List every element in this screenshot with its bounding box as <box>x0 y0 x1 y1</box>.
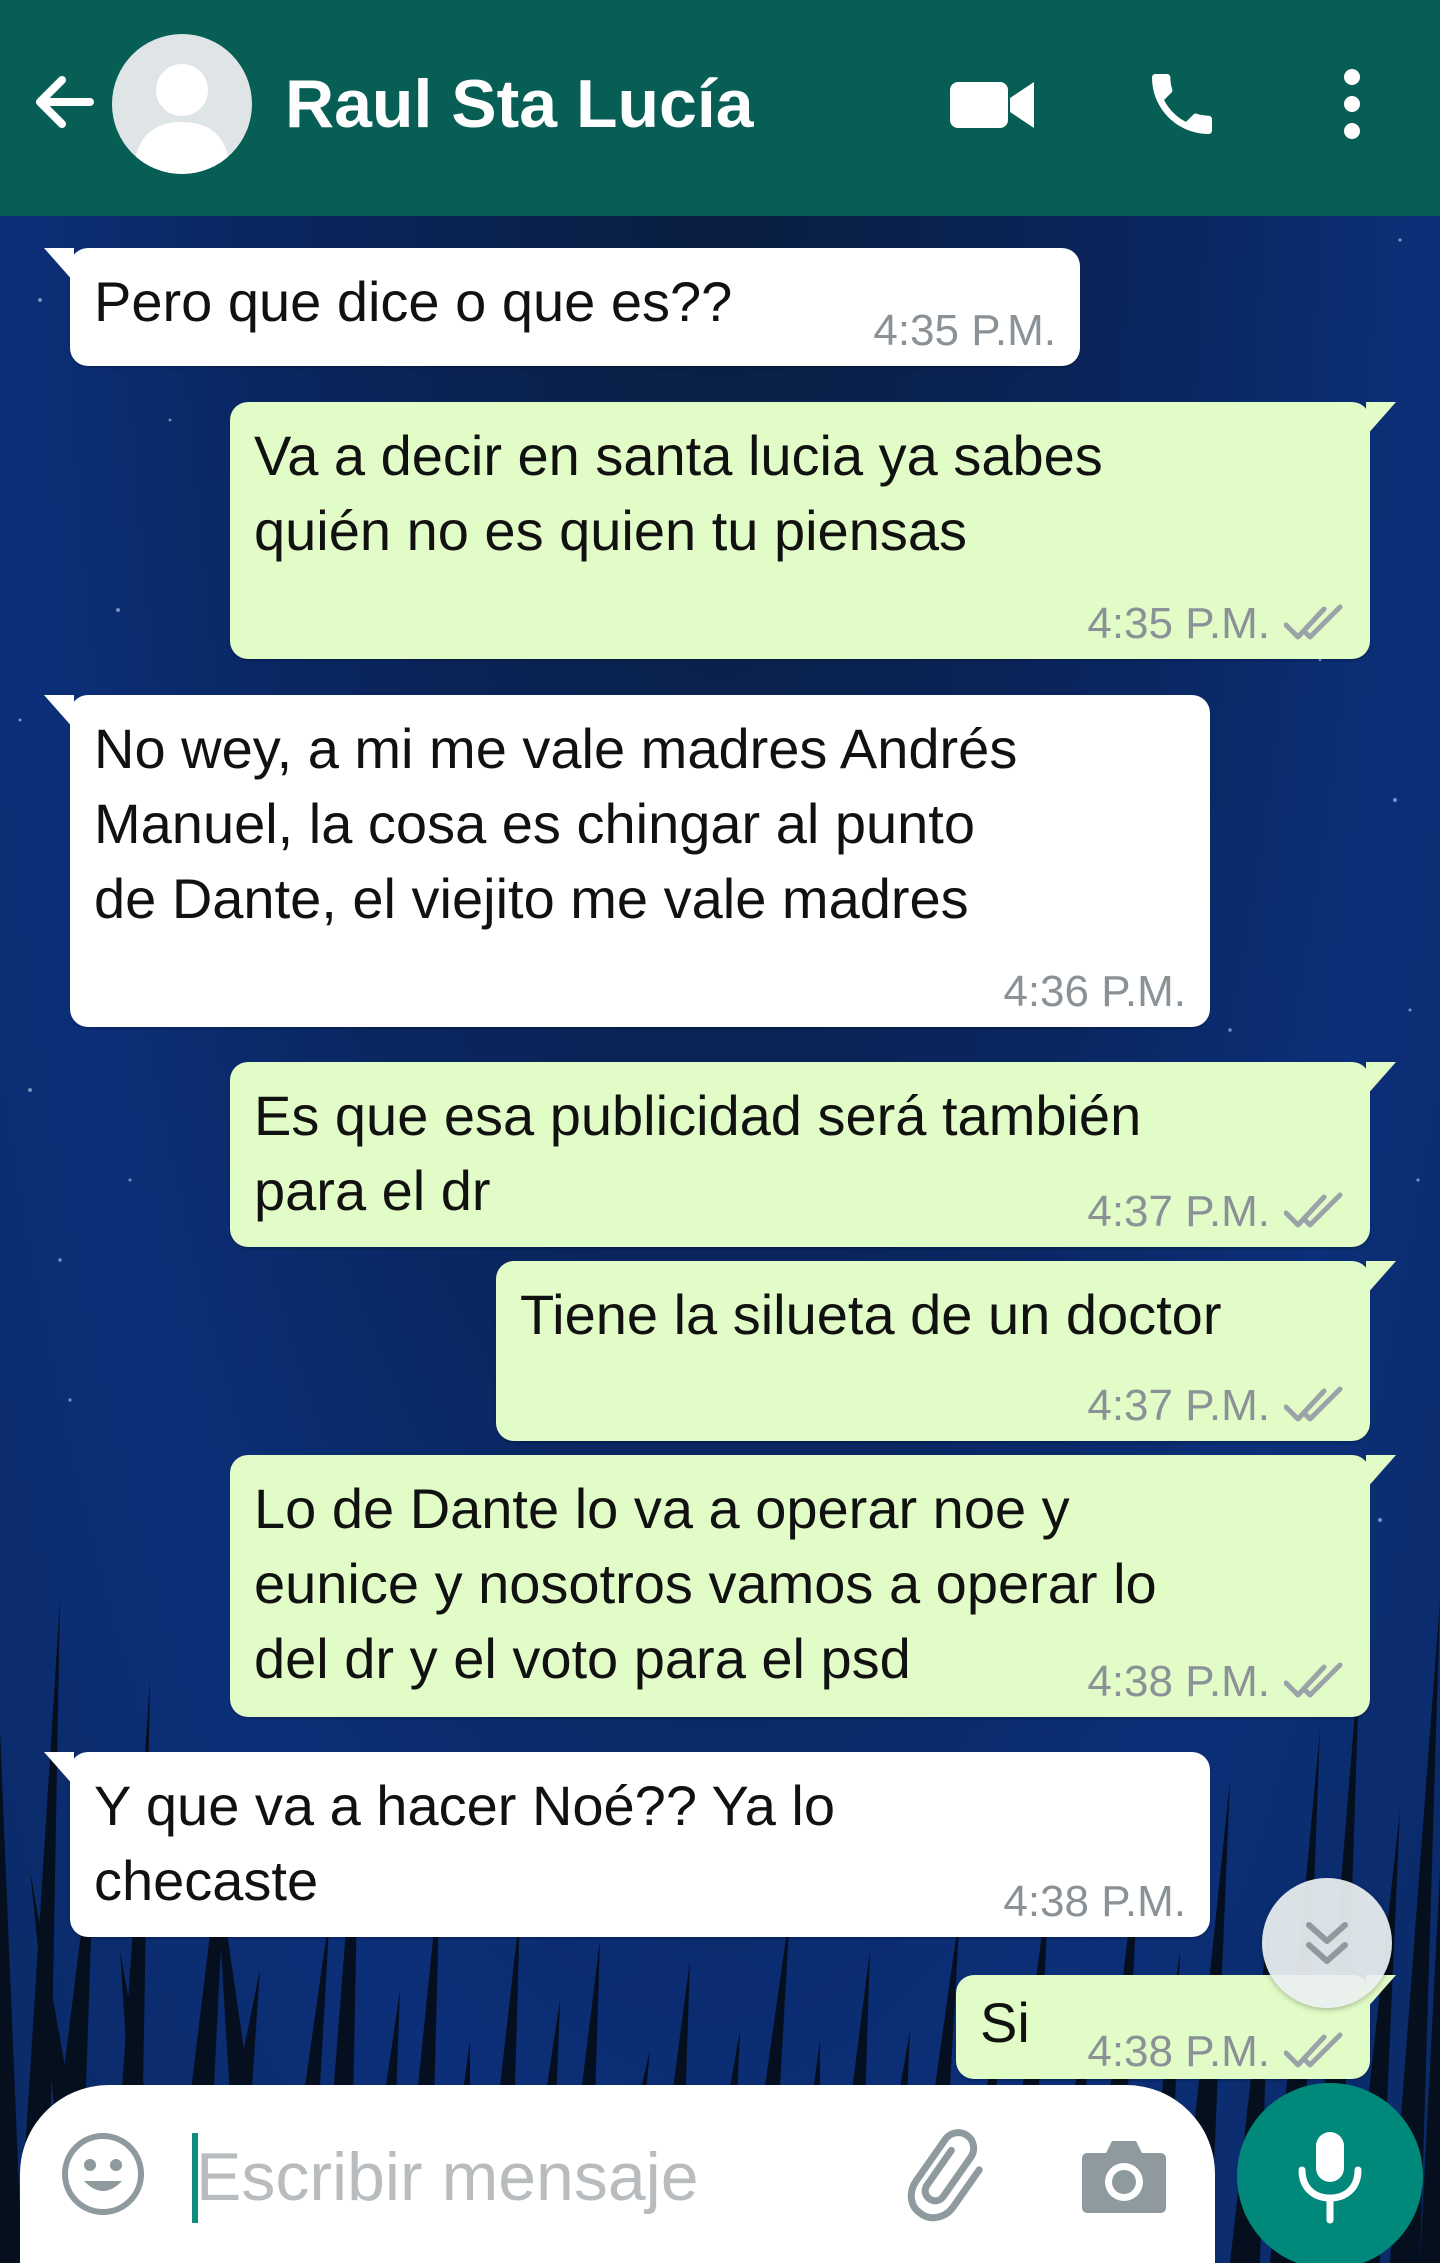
message-text: No wey, a mi me vale madres Andrés Manue… <box>94 717 1018 930</box>
double-check-icon <box>1284 1386 1343 1422</box>
message-outgoing[interactable]: Es que esa publicidad será también para … <box>230 1062 1396 1247</box>
phone-icon[interactable] <box>1142 64 1222 144</box>
attach-icon[interactable] <box>900 2127 1000 2227</box>
message-outgoing[interactable]: Va a decir en santa lucia ya sabes quién… <box>230 402 1396 659</box>
message-meta: 4:38 P.M. <box>1087 1657 1346 1706</box>
default-avatar-icon <box>134 64 230 174</box>
message-time: 4:38 P.M. <box>1003 1876 1186 1926</box>
avatar[interactable] <box>112 34 252 174</box>
message-time: 4:35 P.M. <box>1087 598 1270 648</box>
message-time: 4:38 P.M. <box>1087 1656 1270 1706</box>
emoji-icon[interactable] <box>60 2131 146 2217</box>
mic-icon <box>1298 2132 1362 2224</box>
message-meta: 4:35 P.M. <box>873 306 1056 355</box>
double-check-icon <box>1284 2032 1343 2068</box>
scroll-to-bottom-button[interactable] <box>1262 1878 1392 2008</box>
message-incoming[interactable]: Pero que dice o que es?? 4:35 P.M. <box>44 248 1080 366</box>
message-composer: Escribir mensaje <box>20 2085 1215 2263</box>
message-text: Va a decir en santa lucia ya sabes quién… <box>254 424 1103 562</box>
double-chevron-down-icon <box>1306 1922 1348 1964</box>
message-time: 4:38 P.M. <box>1087 2026 1270 2076</box>
message-incoming[interactable]: Y que va a hacer Noé?? Ya lo checaste 4:… <box>44 1752 1210 1937</box>
message-meta: 4:37 P.M. <box>1087 1187 1346 1236</box>
back-arrow-icon[interactable] <box>28 66 100 138</box>
message-meta: 4:35 P.M. <box>1087 599 1346 648</box>
message-meta: 4:38 P.M. <box>1003 1877 1186 1926</box>
message-input[interactable]: Escribir mensaje <box>196 2137 699 2217</box>
message-outgoing[interactable]: Lo de Dante lo va a operar noe y eunice … <box>230 1455 1396 1717</box>
message-meta: 4:38 P.M. <box>1087 2027 1346 2076</box>
message-text: Tiene la silueta de un doctor <box>520 1283 1222 1346</box>
message-meta: 4:37 P.M. <box>1087 1381 1346 1430</box>
double-check-icon <box>1284 1662 1343 1698</box>
chat-header: Raul Sta Lucía <box>0 0 1440 216</box>
message-time: 4:37 P.M. <box>1087 1380 1270 1430</box>
camera-icon[interactable] <box>1080 2133 1168 2217</box>
message-time: 4:37 P.M. <box>1087 1186 1270 1236</box>
message-outgoing[interactable]: Tiene la silueta de un doctor 4:37 P.M. <box>496 1261 1396 1441</box>
more-options-icon[interactable] <box>1332 64 1372 144</box>
message-meta: 4:36 P.M. <box>1003 967 1186 1016</box>
contact-name[interactable]: Raul Sta Lucía <box>285 64 754 144</box>
double-check-icon <box>1284 1192 1343 1228</box>
chat-screen: Raul Sta Lucía Pero que dice o que es?? … <box>0 0 1440 2263</box>
message-time: 4:35 P.M. <box>873 305 1056 355</box>
video-call-icon[interactable] <box>948 68 1038 140</box>
message-time: 4:36 P.M. <box>1003 966 1186 1016</box>
double-check-icon <box>1284 604 1343 640</box>
message-incoming[interactable]: No wey, a mi me vale madres Andrés Manue… <box>44 695 1210 1027</box>
voice-message-button[interactable] <box>1237 2083 1423 2263</box>
